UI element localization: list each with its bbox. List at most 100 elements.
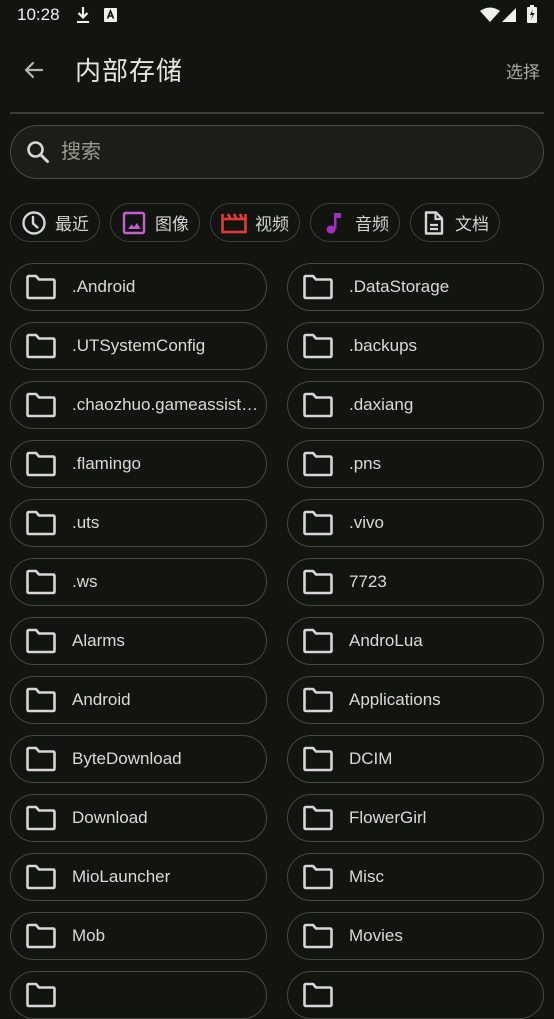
back-button[interactable] [16,52,52,88]
folder-name: Download [72,808,148,827]
folder-item[interactable]: Movies [287,912,544,960]
folder-icon [303,628,333,654]
folder-icon [303,510,333,536]
folder-icon [303,805,333,831]
folder-name: .vivo [349,513,384,532]
category-chips: 最近 图像 视频 音频 文档 [10,203,500,242]
folder-item[interactable]: .pns [287,440,544,488]
folder-icon [26,746,56,772]
folder-item[interactable]: Android [10,676,267,724]
folder-name: .ws [72,572,98,591]
chip-images[interactable]: 图像 [110,203,200,242]
chip-videos[interactable]: 视频 [210,203,300,242]
status-bar: 10:28 [0,0,554,32]
select-button[interactable]: 选择 [506,58,540,83]
image-icon [121,210,147,236]
folder-icon [303,274,333,300]
folder-item[interactable]: FlowerGirl [287,794,544,842]
folder-icon [26,274,56,300]
folder-item[interactable]: .daxiang [287,381,544,429]
arrow-left-icon [24,61,44,79]
folder-item[interactable]: Mob [10,912,267,960]
folder-icon [26,510,56,536]
folder-item[interactable]: .vivo [287,499,544,547]
folder-item[interactable]: Applications [287,676,544,724]
folder-icon [26,628,56,654]
folder-item[interactable]: Misc [287,853,544,901]
chip-audio[interactable]: 音频 [310,203,400,242]
battery-charging-icon [527,5,537,23]
folder-item[interactable]: .Android [10,263,267,311]
search-icon [27,141,49,163]
folder-name: MioLauncher [72,867,171,886]
keyboard-a-icon [104,8,117,22]
folder-name: .backups [349,336,418,355]
folder-name: .daxiang [349,395,414,414]
folder-name: .DataStorage [349,277,450,296]
folder-item[interactable]: .chaozhuo.gameassist… [10,381,267,429]
search-bar[interactable] [10,125,544,179]
folder-name: .uts [72,513,100,532]
folder-item[interactable]: Download [10,794,267,842]
folder-icon [303,392,333,418]
folder-name: .flamingo [72,454,141,473]
folder-icon [303,864,333,890]
search-input[interactable] [59,139,499,165]
folder-grid: .Android .DataStorage .UTSystemConfig .b… [10,263,544,1019]
folder-name: DCIM [349,749,393,768]
folder-icon [303,982,333,1008]
folder-name: .chaozhuo.gameassist… [72,395,259,414]
chip-label: 图像 [155,215,189,234]
folder-icon [303,923,333,949]
folder-icon [26,687,56,713]
folder-item[interactable] [287,971,544,1019]
folder-name: Alarms [72,631,125,650]
folder-name: ByteDownload [72,749,182,768]
folder-item[interactable]: DCIM [287,735,544,783]
folder-item[interactable]: MioLauncher [10,853,267,901]
app-bar: 内部存储 选择 [0,40,554,112]
chip-label: 音频 [355,215,389,234]
music-note-icon [321,210,347,236]
folder-name: Misc [349,867,384,886]
folder-name: FlowerGirl [349,808,427,827]
folder-item[interactable]: .ws [10,558,267,606]
chip-recent[interactable]: 最近 [10,203,100,242]
folder-icon [26,805,56,831]
folder-item[interactable]: Alarms [10,617,267,665]
chip-label: 文档 [455,215,489,234]
folder-item[interactable]: .backups [287,322,544,370]
folder-name: Applications [349,690,441,709]
folder-item[interactable]: .flamingo [10,440,267,488]
wifi-icon [480,7,500,22]
folder-item[interactable]: ByteDownload [10,735,267,783]
folder-name: .pns [349,454,382,473]
folder-icon [26,569,56,595]
folder-item[interactable]: .uts [10,499,267,547]
clock-icon [21,210,47,236]
folder-item[interactable]: 7723 [287,558,544,606]
folder-item[interactable] [10,971,267,1019]
folder-icon [303,569,333,595]
folder-icon [303,333,333,359]
status-time: 10:28 [17,5,60,24]
document-icon [421,210,447,236]
folder-name: Android [72,690,131,709]
folder-name: AndroLua [349,631,423,650]
folder-icon [303,746,333,772]
folder-icon [26,451,56,477]
folder-icon [26,392,56,418]
folder-item[interactable]: AndroLua [287,617,544,665]
folder-name: Mob [72,926,106,945]
folder-icon [26,333,56,359]
signal-icon [502,8,516,22]
chip-documents[interactable]: 文档 [410,203,500,242]
folder-item[interactable]: .UTSystemConfig [10,322,267,370]
page-title: 内部存储 [75,56,184,86]
chip-label: 视频 [255,215,289,234]
folder-icon [26,982,56,1008]
folder-item[interactable]: .DataStorage [287,263,544,311]
folder-name: Movies [349,926,403,945]
folder-icon [26,864,56,890]
folder-name: .UTSystemConfig [72,336,206,355]
